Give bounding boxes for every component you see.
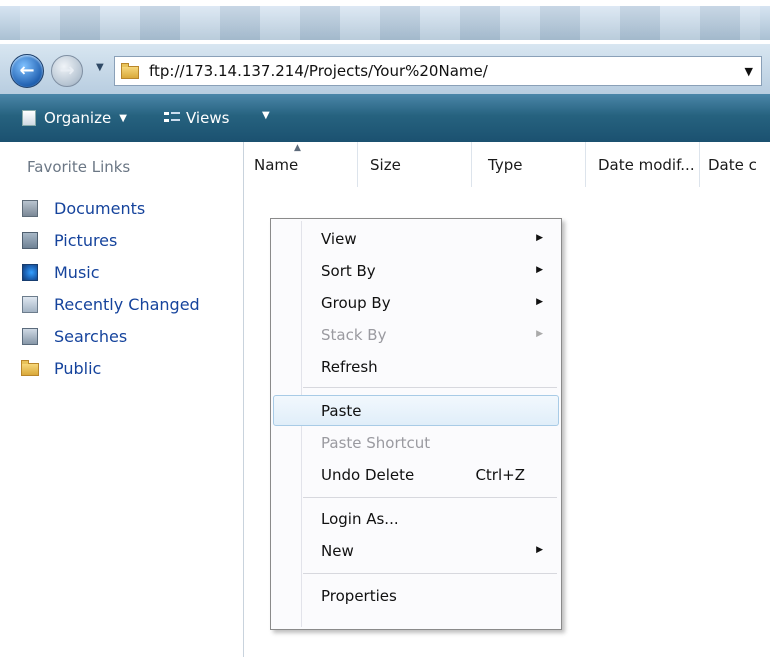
column-header-name[interactable]: ▲ Name (244, 142, 358, 187)
sidebar-item-label: Documents (54, 198, 146, 218)
sort-ascending-icon: ▲ (294, 143, 301, 153)
menu-item-stack-by[interactable]: Stack By ▶ (273, 319, 559, 350)
menu-item-label: Undo Delete (321, 465, 415, 484)
top-strip (0, 0, 770, 40)
column-header-label: Date c (708, 155, 757, 174)
sidebar-item-searches[interactable]: Searches (22, 320, 200, 352)
sidebar-item-label: Searches (54, 326, 128, 346)
pictures-icon (22, 231, 38, 249)
column-header-row: ▲ Name Size Type Date modif... Date c (244, 142, 770, 187)
menu-item-label: Group By (321, 293, 391, 312)
submenu-arrow-icon: ▶ (536, 545, 543, 555)
menu-item-group-by[interactable]: Group By ▶ (273, 287, 559, 318)
sidebar-item-music[interactable]: Music (22, 256, 200, 288)
submenu-arrow-icon: ▶ (536, 233, 543, 243)
views-button[interactable]: Views (164, 94, 229, 142)
menu-item-properties[interactable]: Properties (273, 580, 559, 611)
address-text[interactable]: ftp://173.14.137.214/Projects/Your%20Nam… (149, 62, 488, 80)
folder-icon (121, 63, 139, 79)
sidebar-item-pictures[interactable]: Pictures (22, 224, 200, 256)
column-header-size[interactable]: Size (358, 142, 472, 187)
organize-label: Organize (44, 109, 112, 127)
menu-item-label: Stack By (321, 325, 387, 344)
address-bar[interactable]: ftp://173.14.137.214/Projects/Your%20Nam… (114, 56, 762, 86)
menu-item-login-as[interactable]: Login As... (273, 503, 559, 534)
public-folder-icon (21, 359, 39, 377)
sidebar-item-public[interactable]: Public (21, 352, 200, 384)
menu-item-refresh[interactable]: Refresh (273, 351, 559, 382)
music-icon (22, 263, 38, 281)
context-menu: View ▶ Sort By ▶ Group By ▶ Stack By ▶ R… (270, 218, 562, 630)
column-header-date-modified[interactable]: Date modif... (586, 142, 700, 187)
menu-item-label: Properties (321, 586, 397, 605)
back-arrow-icon: ← (19, 60, 35, 81)
menu-item-shortcut: Ctrl+Z (475, 465, 525, 484)
views-label: Views (186, 109, 230, 127)
navigation-pane: Favorite Links Documents Pictures Music … (0, 142, 244, 657)
sidebar-item-recently-changed[interactable]: Recently Changed (22, 288, 200, 320)
menu-item-sort-by[interactable]: Sort By ▶ (273, 255, 559, 286)
favorite-links-list: Documents Pictures Music Recently Change… (21, 192, 200, 384)
menu-item-label: Login As... (321, 509, 399, 528)
menu-item-new[interactable]: New ▶ (273, 535, 559, 566)
column-header-type[interactable]: Type (472, 142, 586, 187)
window-title-glass (0, 6, 770, 40)
menu-item-label: New (321, 541, 354, 560)
menu-item-paste-shortcut[interactable]: Paste Shortcut (273, 427, 559, 458)
sidebar-item-documents[interactable]: Documents (22, 192, 200, 224)
column-header-date-created[interactable]: Date c (700, 142, 770, 187)
column-header-label: Type (488, 155, 523, 174)
favorite-links-title: Favorite Links (27, 158, 131, 176)
address-dropdown-icon[interactable]: ▼ (745, 65, 753, 78)
views-chevron-down-icon[interactable]: ▼ (262, 110, 270, 121)
submenu-arrow-icon: ▶ (536, 265, 543, 275)
organize-button[interactable]: Organize ▼ (22, 94, 127, 142)
forward-arrow-icon: → (59, 60, 75, 81)
submenu-arrow-icon: ▶ (536, 329, 543, 339)
submenu-arrow-icon: ▶ (536, 297, 543, 307)
sidebar-item-label: Pictures (54, 230, 118, 250)
sidebar-item-label: Public (54, 358, 102, 378)
back-button[interactable]: ← (10, 54, 44, 88)
column-header-label: Size (370, 155, 401, 174)
searches-icon (22, 327, 38, 345)
menu-item-paste[interactable]: Paste (273, 395, 559, 426)
sidebar-item-label: Music (54, 262, 100, 282)
sidebar-item-label: Recently Changed (54, 294, 200, 314)
menu-item-label: Sort By (321, 261, 376, 280)
column-header-label: Name (254, 155, 299, 174)
menu-item-undo-delete[interactable]: Undo Delete Ctrl+Z (273, 459, 559, 490)
menu-separator (303, 497, 557, 498)
menu-item-label: Paste Shortcut (321, 433, 431, 452)
menu-separator (303, 573, 557, 574)
menu-item-label: View (321, 229, 357, 248)
organize-icon (22, 110, 36, 126)
menu-separator (303, 387, 557, 388)
documents-icon (22, 199, 38, 217)
menu-item-label: Paste (321, 401, 362, 420)
menu-item-label: Refresh (321, 357, 378, 376)
forward-button[interactable]: → (51, 55, 83, 87)
chevron-down-icon: ▼ (119, 112, 127, 124)
menu-item-view[interactable]: View ▶ (273, 223, 559, 254)
navigation-bar: ← → ▼ ftp://173.14.137.214/Projects/Your… (0, 44, 770, 94)
recent-pages-dropdown-icon[interactable]: ▼ (96, 62, 104, 73)
column-header-label: Date modif... (598, 155, 695, 174)
views-icon (164, 110, 180, 126)
command-bar: Organize ▼ Views ▼ (0, 94, 770, 142)
recently-changed-icon (22, 295, 38, 313)
